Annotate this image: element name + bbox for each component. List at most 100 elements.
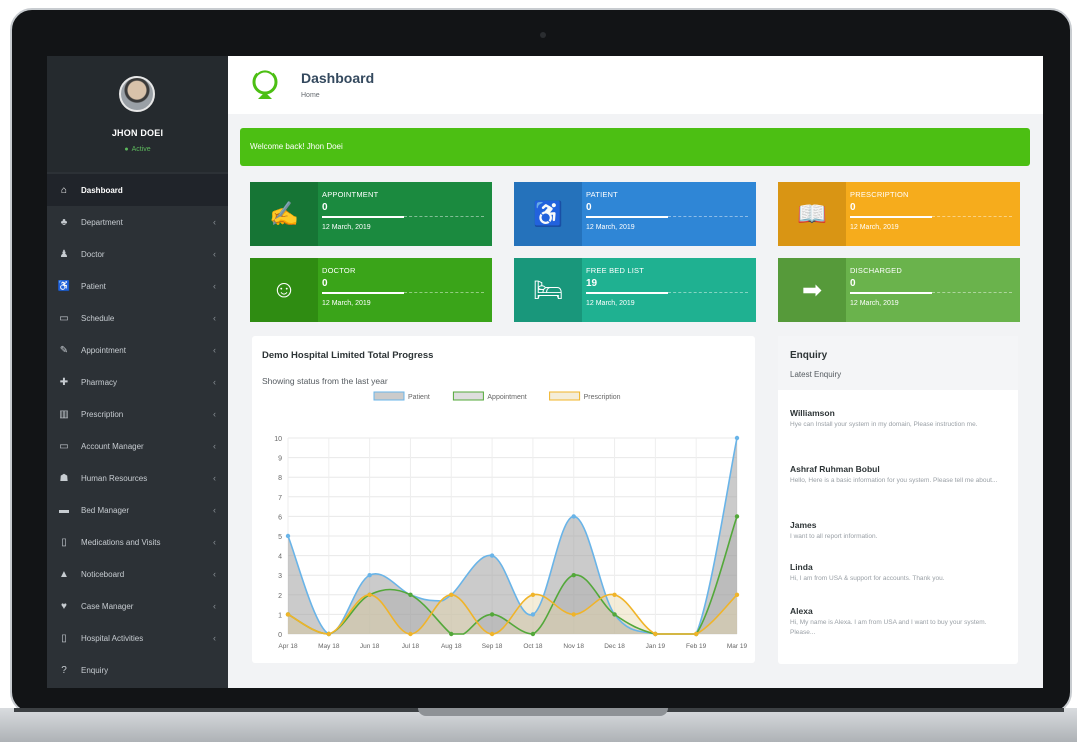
x-tick-label: May 18 bbox=[318, 643, 340, 650]
user-panel: JHON DOEI Active bbox=[47, 56, 228, 172]
x-tick-label: Jan 19 bbox=[646, 643, 666, 650]
card-date: 12 March, 2019 bbox=[850, 300, 899, 307]
sidebar-item-label: Doctor bbox=[81, 249, 105, 259]
data-point-patient bbox=[571, 514, 576, 519]
y-tick-label: 6 bbox=[278, 514, 282, 521]
sidebar-item-dashboard[interactable]: ⌂ Dashboard bbox=[47, 174, 228, 206]
breadcrumb[interactable]: Home bbox=[301, 92, 320, 99]
chart-subtitle: Showing status from the last year bbox=[262, 376, 388, 386]
sidebar-item-prescription[interactable]: ▥ Prescription ‹ bbox=[47, 398, 228, 430]
stat-card-appointment[interactable]: ✍ APPOINTMENT 0 12 March, 2019 bbox=[250, 182, 492, 246]
enquiry-text: Hi, I am from USA & support for accounts… bbox=[790, 575, 945, 582]
data-point-prescription bbox=[367, 592, 372, 597]
sidebar-item-medications-and-visits[interactable]: ▯ Medications and Visits ‹ bbox=[47, 526, 228, 558]
data-point-prescription bbox=[408, 631, 413, 637]
sidebar-item-label: Prescription bbox=[81, 409, 124, 419]
sidebar-item-label: Patient bbox=[81, 281, 106, 291]
wheelchair-icon: ♿ bbox=[57, 280, 71, 292]
data-point-patient bbox=[367, 573, 372, 578]
clipboard-icon: ▯ bbox=[61, 536, 67, 548]
card-progress bbox=[586, 216, 668, 218]
data-point-appointment bbox=[489, 612, 495, 617]
card-value: 0 bbox=[322, 278, 328, 289]
sidebar-item-pharmacy[interactable]: ✚ Pharmacy ‹ bbox=[47, 366, 228, 398]
data-point-appointment bbox=[612, 612, 617, 617]
sidebar-item-enquiry[interactable]: ? Enquiry bbox=[47, 654, 228, 686]
chevron-left-icon: ‹ bbox=[213, 601, 216, 611]
sidebar-item-account-manager[interactable]: ▭ Account Manager ‹ bbox=[47, 430, 228, 462]
legend-swatch bbox=[452, 391, 484, 401]
card-progress-track bbox=[668, 216, 748, 217]
card-value: 0 bbox=[322, 202, 328, 213]
sidebar-item-appointment[interactable]: ✎ Appointment ‹ bbox=[47, 334, 228, 366]
x-tick-label: Aug 18 bbox=[441, 643, 462, 650]
y-tick-label: 1 bbox=[278, 612, 282, 619]
enquiry-item[interactable]: Alexa Hi, My name is Alexa. I am from USA… bbox=[790, 606, 1010, 638]
data-point-appointment bbox=[449, 631, 454, 637]
stat-card-discharged[interactable]: ➡ DISCHARGED 0 12 March, 2019 bbox=[778, 258, 1020, 322]
sidebar-item-human-resources[interactable]: ☗ Human Resources ‹ bbox=[47, 462, 228, 494]
enquiry-text: I want to all report information. bbox=[790, 533, 878, 540]
page-title: Dashboard bbox=[301, 70, 375, 86]
user-md-icon: ☺ bbox=[250, 258, 318, 322]
edit-icon: ✎ bbox=[59, 344, 69, 356]
x-tick-label: Jul 18 bbox=[402, 643, 420, 650]
enquiry-item[interactable]: Williamson Hye can Install your system in… bbox=[790, 408, 1010, 430]
y-tick-label: 8 bbox=[278, 475, 282, 482]
sidebar-item-label: Department bbox=[81, 217, 123, 227]
sidebar-item-label: Schedule bbox=[81, 313, 115, 323]
sign-out-icon: ➡ bbox=[778, 258, 846, 322]
sidebar-item-doctor[interactable]: ♟ Doctor ‹ bbox=[47, 238, 228, 270]
data-point-prescription bbox=[734, 592, 740, 597]
sidebar-item-label: Dashboard bbox=[81, 185, 123, 195]
data-point-appointment bbox=[530, 631, 536, 637]
card-date: 12 March, 2019 bbox=[322, 224, 371, 231]
sidebar-item-label: Pharmacy bbox=[81, 377, 118, 387]
data-point-appointment bbox=[734, 514, 740, 519]
stat-card-patient[interactable]: ♿ PATIENT 0 12 March, 2019 bbox=[514, 182, 756, 246]
sidebar-item-schedule[interactable]: ▭ Schedule ‹ bbox=[47, 302, 228, 334]
sidebar-item-bed-manager[interactable]: ▬ Bed Manager ‹ bbox=[47, 494, 228, 526]
x-tick-label: Nov 18 bbox=[563, 643, 584, 650]
stat-card-doctor[interactable]: ☺ DOCTOR 0 12 March, 2019 bbox=[250, 258, 492, 322]
sidebar-item-hospital-activities[interactable]: ▯ Hospital Activities ‹ bbox=[47, 622, 228, 654]
data-point-patient bbox=[530, 612, 536, 617]
legend-swatch bbox=[549, 391, 581, 401]
sidebar-item-department[interactable]: ♣ Department ‹ bbox=[47, 206, 228, 238]
chevron-left-icon: ‹ bbox=[213, 217, 216, 227]
sidebar: JHON DOEI Active ⌂Dashboard ♣ Department ‹ ♟… bbox=[47, 56, 228, 688]
stat-card-free-bed-list[interactable]: 🛏 FREE BED LIST 19 12 March, 2019 bbox=[514, 258, 756, 322]
user-name: JHON DOEI bbox=[111, 128, 164, 138]
data-point-prescription bbox=[326, 631, 332, 637]
card-progress bbox=[322, 292, 404, 294]
logo-icon bbox=[252, 66, 278, 99]
avatar[interactable] bbox=[119, 76, 155, 112]
y-tick-label: 10 bbox=[274, 436, 282, 443]
enquiry-item[interactable]: Linda Hi, I am from USA & support for acc… bbox=[790, 562, 1010, 584]
card-date: 12 March, 2019 bbox=[322, 300, 371, 307]
sidebar-item-label: Appointment bbox=[81, 345, 126, 355]
sitemap-icon: ♣ bbox=[60, 216, 68, 228]
sidebar-item-patient[interactable]: ♿ Patient ‹ bbox=[47, 270, 228, 302]
chevron-left-icon: ‹ bbox=[213, 633, 216, 643]
sidebar-item-noticeboard[interactable]: ▲ Noticeboard ‹ bbox=[47, 558, 228, 590]
stat-card-prescription[interactable]: 📖 PRESCRIPTION 0 12 March, 2019 bbox=[778, 182, 1020, 246]
card-progress-track bbox=[668, 292, 748, 293]
webcam bbox=[540, 32, 546, 38]
card-label: DISCHARGED bbox=[850, 266, 903, 275]
sidebar-item-case-manager[interactable]: ♥ Case Manager ‹ bbox=[47, 590, 228, 622]
data-point-prescription bbox=[653, 631, 658, 637]
card-progress bbox=[850, 216, 932, 218]
chevron-left-icon: ‹ bbox=[213, 569, 216, 579]
data-point-prescription bbox=[693, 631, 699, 637]
question-icon: ? bbox=[61, 664, 67, 676]
header: Dashboard Home bbox=[228, 56, 1043, 114]
card-progress bbox=[322, 216, 404, 218]
chevron-left-icon: ‹ bbox=[213, 281, 216, 291]
enquiry-item[interactable]: Ashraf Ruhman Bobul Hello, Here is a basi… bbox=[790, 464, 1010, 486]
card-value: 19 bbox=[586, 278, 598, 289]
chevron-left-icon: ‹ bbox=[213, 377, 216, 387]
data-point-prescription bbox=[530, 592, 536, 597]
sidebar-item-label: Case Manager bbox=[81, 601, 134, 611]
enquiry-item[interactable]: James I want to all report information. bbox=[790, 520, 1010, 542]
